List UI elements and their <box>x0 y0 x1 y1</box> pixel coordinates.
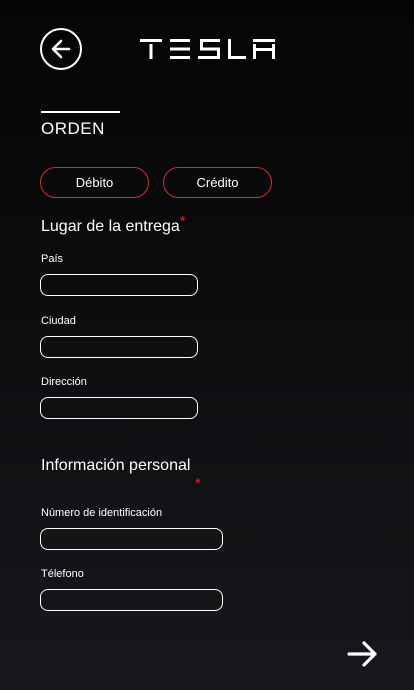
active-tab-indicator <box>41 111 120 113</box>
delivery-section-title: Lugar de la entrega* <box>41 213 186 236</box>
tesla-logo <box>140 39 275 59</box>
address-label: Dirección <box>41 376 87 388</box>
phone-label: Télefono <box>41 568 84 580</box>
required-asterisk: * <box>195 475 201 492</box>
back-button[interactable] <box>40 28 82 70</box>
address-field[interactable] <box>40 397 198 419</box>
city-label: Ciudad <box>41 315 76 327</box>
credit-button[interactable]: Crédito <box>163 167 272 198</box>
next-arrow-icon[interactable] <box>346 640 380 668</box>
id-number-label: Número de identificación <box>41 507 163 519</box>
id-number-field[interactable] <box>40 528 223 550</box>
phone-field[interactable] <box>40 589 223 611</box>
country-field[interactable] <box>40 274 198 296</box>
country-label: País <box>41 253 64 265</box>
required-asterisk: * <box>179 213 186 230</box>
debit-button[interactable]: Débito <box>40 167 149 198</box>
personal-section-title: Información personal <box>41 457 191 474</box>
delivery-title-text: Lugar de la entrega <box>41 218 180 235</box>
city-field[interactable] <box>40 336 198 358</box>
tab-orden[interactable]: ORDEN <box>41 119 105 139</box>
arrow-left-icon <box>51 39 71 59</box>
